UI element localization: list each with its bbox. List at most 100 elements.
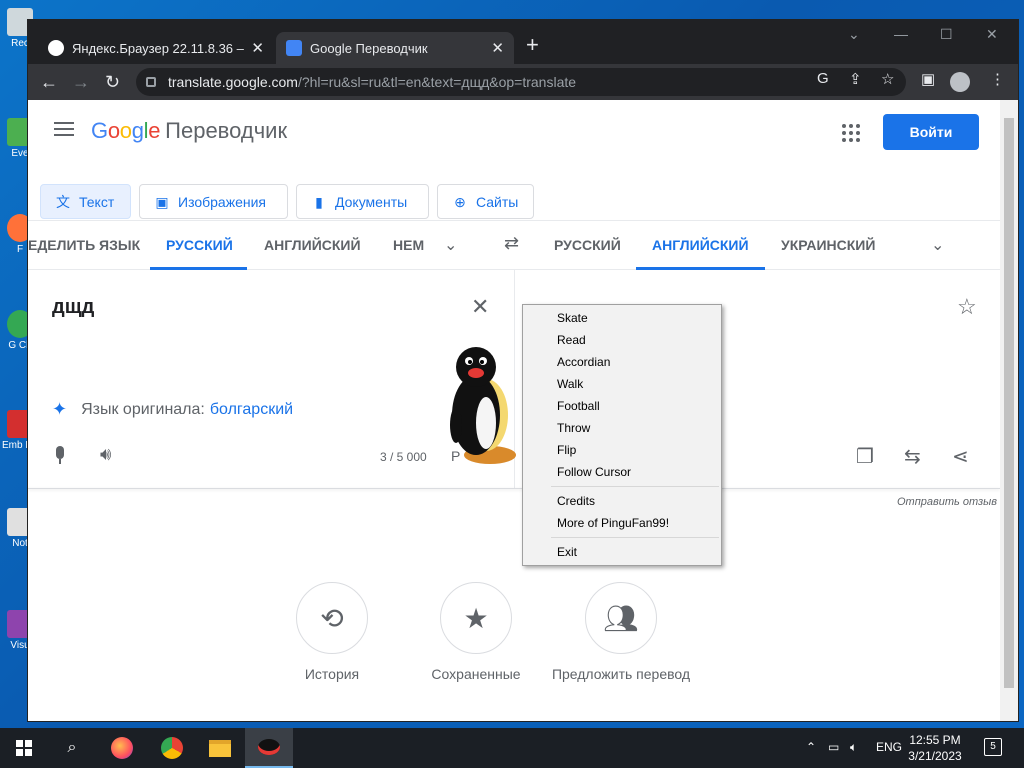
menu-item-throw[interactable]: Throw [557,421,590,435]
windows-icon [16,740,32,756]
mode-documents-tab[interactable]: ▮ Документы [296,184,429,219]
mode-text-tab[interactable]: 文 Текст [40,184,131,219]
target-lang-english[interactable]: АНГЛИЙСКИЙ [652,237,749,253]
rate-translation-icon[interactable]: ⇆ [904,444,921,469]
pingu-penguin-character[interactable] [446,345,520,469]
close-tab-icon[interactable]: ✕ [251,39,264,57]
mode-websites-tab[interactable]: ⊕ Сайты [437,184,534,219]
folder-icon [209,739,231,757]
language-bar: ЕДЕЛИТЬ ЯЗЫК РУССКИЙ АНГЛИЙСКИЙ НЕМ ⌄ ⇄ … [28,220,1000,270]
save-translation-star-icon[interactable]: ☆ [957,294,977,320]
target-lang-russian[interactable]: РУССКИЙ [554,237,621,253]
globe-icon: ⊕ [454,193,466,210]
mode-label: Документы [335,193,408,210]
network-icon[interactable]: ▭ [828,740,839,754]
menu-item-accordian[interactable]: Accordian [557,355,610,369]
bookmark-star-icon[interactable]: ☆ [881,70,894,88]
share-translation-icon[interactable]: ⋖ [952,444,969,469]
main-menu-icon[interactable] [54,122,74,136]
menu-item-read[interactable]: Read [557,333,586,347]
taskbar-firefox[interactable] [98,728,146,768]
taskbar-file-explorer[interactable] [196,728,244,768]
search-button[interactable]: ⌕ [48,728,96,768]
google-lens-icon[interactable]: G [817,70,829,87]
taskbar-chrome[interactable] [148,728,196,768]
contribute-shortcut[interactable]: 👥︎ Предложить перевод [531,582,711,682]
close-window-icon[interactable]: ✕ [986,26,998,43]
clock-date: 3/21/2023 [908,749,962,763]
system-clock[interactable]: 12:55 PM 3/21/2023 [898,732,972,764]
share-icon[interactable]: ⇪ [849,70,862,88]
new-tab-icon[interactable]: + [526,34,539,56]
address-bar[interactable]: translate.google.com/?hl=ru&sl=ru&tl=en&… [136,68,906,96]
microphone-icon[interactable] [54,446,66,466]
vertical-scrollbar[interactable] [1000,100,1018,721]
browser-toolbar: ← → ↻ translate.google.com/?hl=ru&sl=ru&… [28,64,1018,100]
source-text-input[interactable]: дщд [52,296,94,319]
source-lang-detect[interactable]: ЕДЕЛИТЬ ЯЗЫК [28,237,140,253]
translate-favicon-icon [286,40,302,56]
apps-grid-icon[interactable] [842,124,860,142]
menu-item-football[interactable]: Football [557,399,600,413]
menu-separator [551,537,719,538]
tab-yandex[interactable]: Яндекс.Браузер 22.11.8.36 – Ска ✕ [38,32,274,64]
start-button[interactable] [0,728,48,768]
reload-icon[interactable]: ↻ [105,70,120,94]
chrome-icon [161,737,183,759]
menu-item-more-pingufan[interactable]: More of PinguFan99! [557,516,669,530]
source-lang-german[interactable]: НЕМ [393,237,427,253]
target-lang-underline [636,267,765,270]
tab-search-icon[interactable]: ⌄ [848,26,860,43]
firefox-icon [111,737,133,759]
menu-item-credits[interactable]: Credits [557,494,595,508]
menu-item-exit[interactable]: Exit [557,545,577,559]
tab-title: Яндекс.Браузер 22.11.8.36 – Ска [72,40,245,56]
side-panel-icon[interactable]: ▣ [921,70,935,88]
more-menu-icon[interactable]: ⋮ [990,70,1005,88]
menu-item-follow-cursor[interactable]: Follow Cursor [557,465,631,479]
mode-images-tab[interactable]: ▣ Изображения [139,184,288,219]
sign-in-button[interactable]: Войти [883,114,979,150]
browser-window: Яндекс.Браузер 22.11.8.36 – Ска ✕ Google… [28,20,1018,721]
listen-speaker-icon[interactable]: 🔊︎ [100,444,111,465]
swap-languages-icon[interactable]: ⇄ [504,233,519,254]
forward-icon[interactable]: → [72,70,90,94]
source-lang-more-icon[interactable]: ⌄ [444,235,457,255]
mode-label: Сайты [476,193,519,210]
mode-label: Изображения [178,193,266,210]
document-icon: ▮ [315,193,323,210]
menu-item-flip[interactable]: Flip [557,443,576,457]
close-tab-icon[interactable]: ✕ [491,39,504,57]
tab-google-translate[interactable]: Google Переводчик ✕ [276,32,514,64]
target-lang-ukrainian[interactable]: УКРАИНСКИЙ [781,237,875,253]
panel-bottom-border [28,488,1000,489]
tab-strip: Яндекс.Браузер 22.11.8.36 – Ска ✕ Google… [28,20,1018,64]
mode-label: Текст [79,193,115,210]
send-feedback-link[interactable]: Отправить отзыв [897,496,997,508]
google-translate-logo[interactable]: Google Переводчик [91,118,287,144]
back-icon[interactable]: ← [40,70,58,94]
search-icon: ⌕ [67,739,77,756]
notification-center-icon[interactable]: 5 [984,738,1002,756]
detected-language: ✦ Язык оригинала: болгарский [52,399,293,420]
detected-language-link[interactable]: болгарский [210,401,293,419]
menu-item-walk[interactable]: Walk [557,377,583,391]
source-lang-russian[interactable]: РУССКИЙ [166,237,233,253]
scrollbar-thumb[interactable] [1004,118,1014,688]
clear-source-icon[interactable]: ✕ [471,294,489,320]
source-lang-english[interactable]: АНГЛИЙСКИЙ [264,237,361,253]
minimize-icon[interactable]: — [894,26,908,42]
profile-avatar[interactable] [950,72,970,92]
product-name: Переводчик [165,118,288,143]
menu-item-skate[interactable]: Skate [557,311,588,325]
show-hidden-icons-icon[interactable]: ⌃ [806,740,816,754]
taskbar-pingu[interactable] [245,728,293,768]
detected-language-label: Язык оригинала: [81,400,205,418]
char-count: 3 / 5 000 [380,450,427,464]
source-lang-underline [150,267,247,270]
copy-icon[interactable]: ❐ [856,444,874,469]
target-lang-more-icon[interactable]: ⌄ [931,235,944,255]
source-toolbar: 🔊︎ 3 / 5 000 Р [28,440,514,488]
maximize-icon[interactable]: ☐ [940,26,953,43]
volume-muted-icon[interactable]: 🔈︎ [850,740,857,755]
